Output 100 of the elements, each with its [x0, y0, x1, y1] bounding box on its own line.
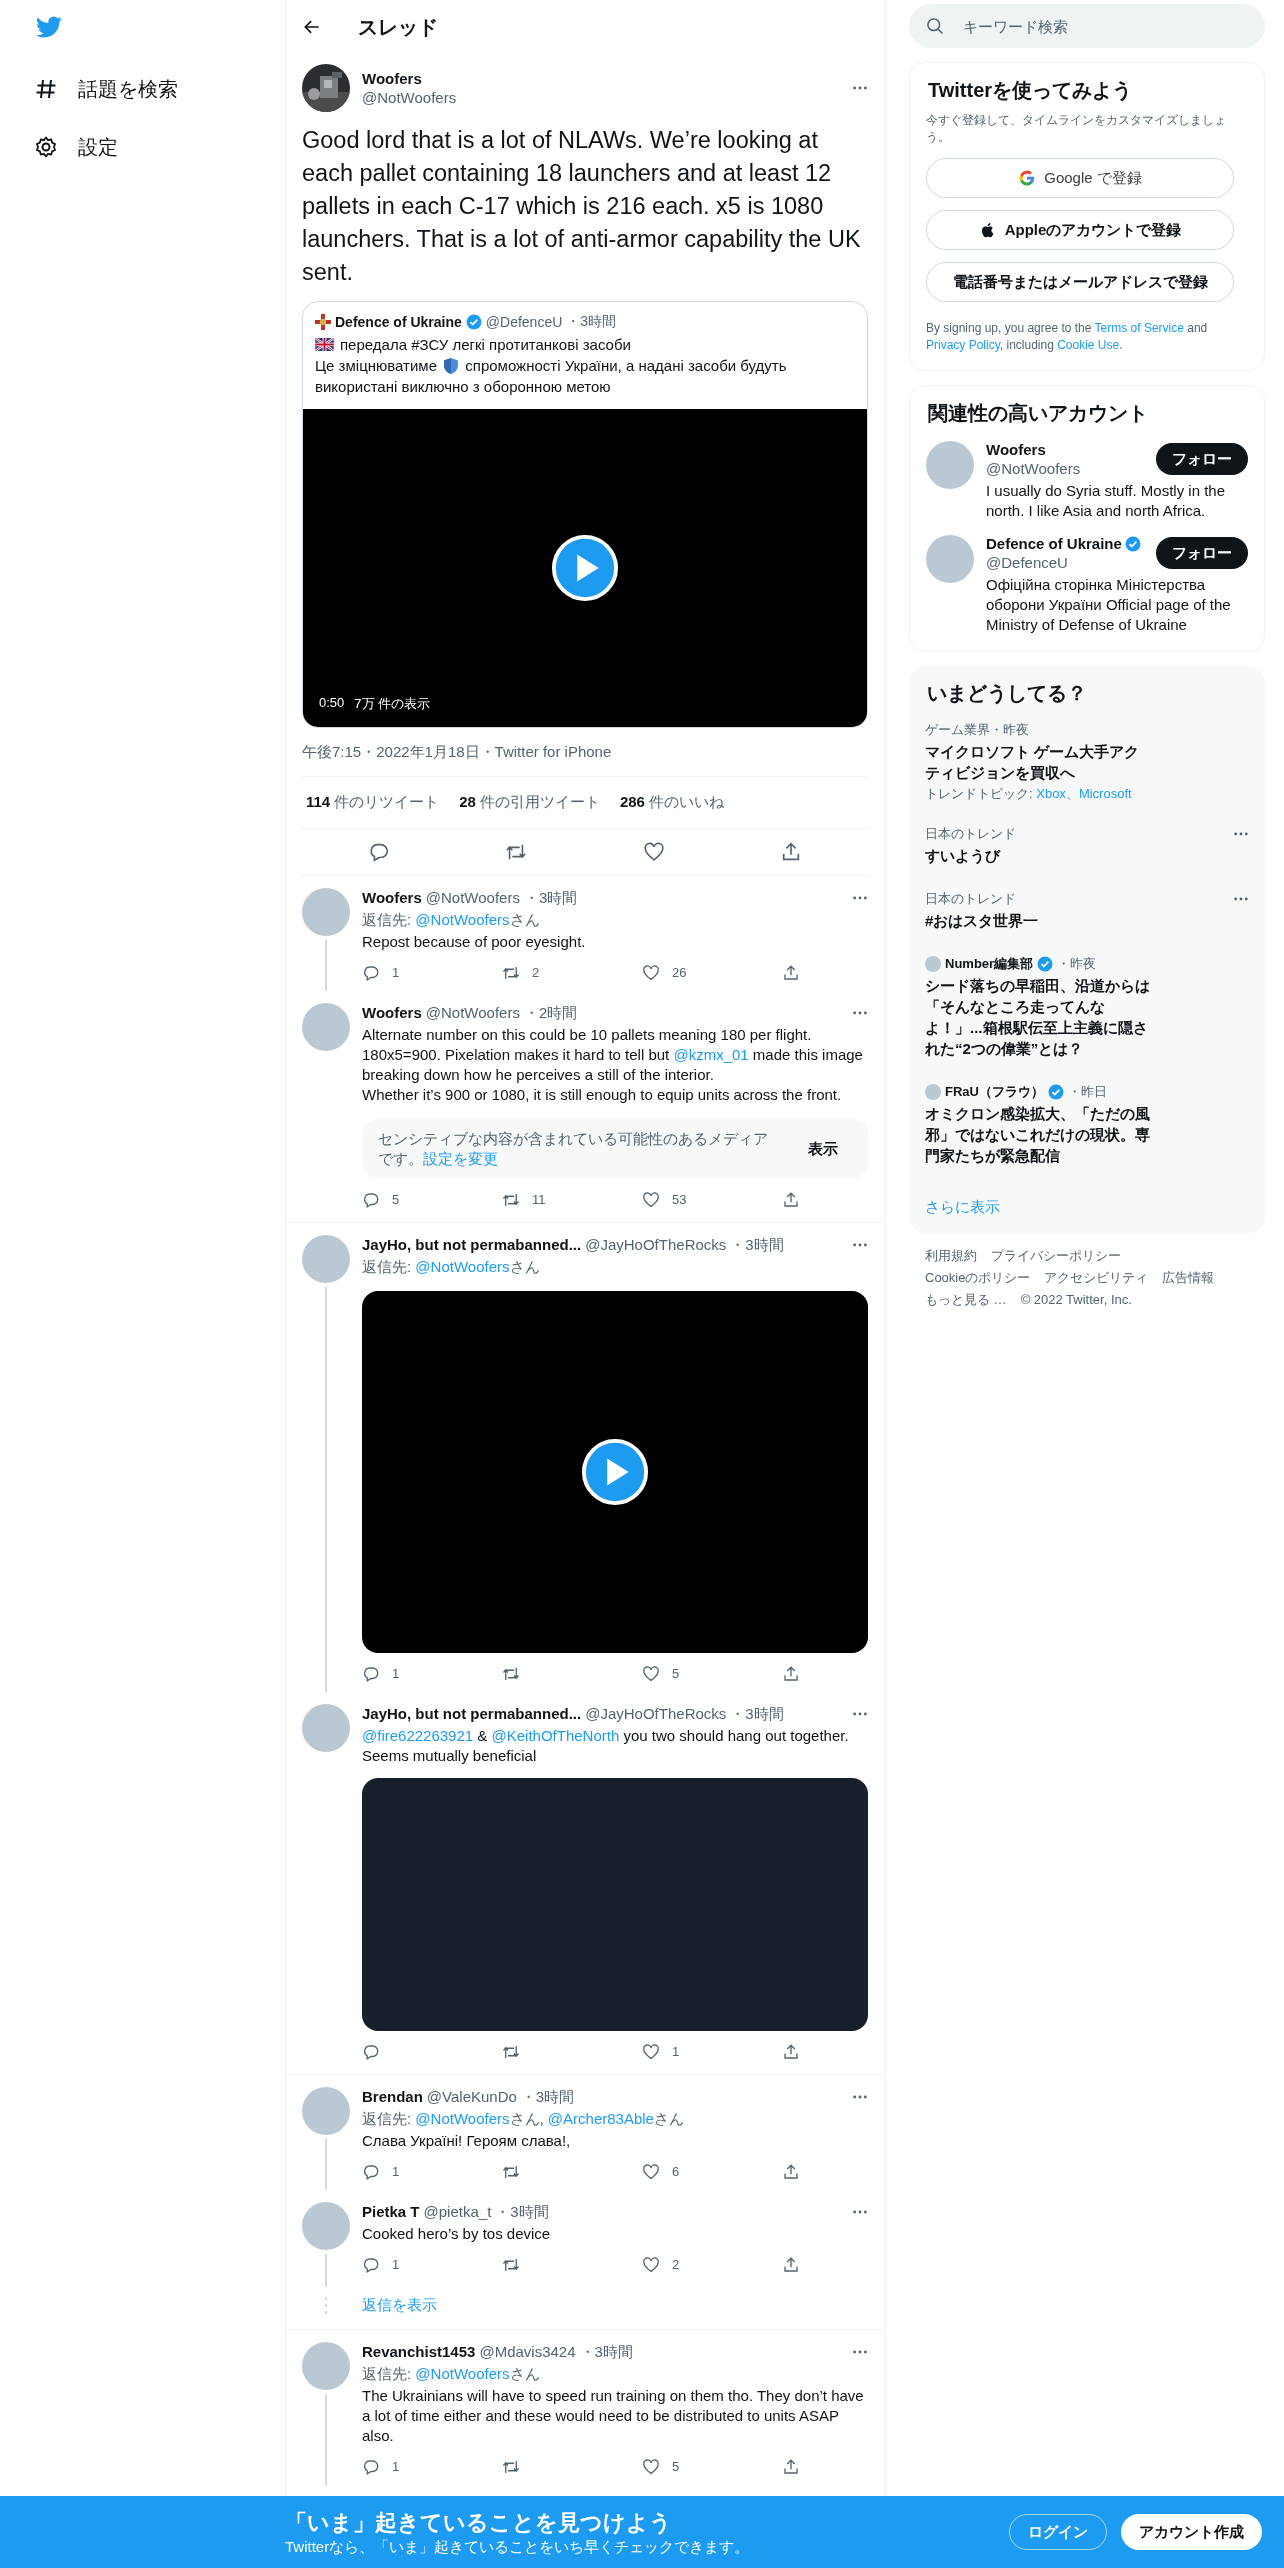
nav-link[interactable]: 話題を検索	[34, 60, 285, 118]
stat-link[interactable]: 114 件のリツイート	[306, 793, 440, 812]
retweet-icon[interactable]	[502, 2458, 520, 2476]
more-icon[interactable]	[852, 1011, 868, 1015]
post-time[interactable]: ・3時間	[730, 1704, 784, 1724]
account-name[interactable]: Defence of Ukraine	[986, 535, 1122, 552]
reply-icon[interactable]	[362, 2043, 380, 2061]
author-name[interactable]: Woofers	[362, 888, 422, 908]
author-handle[interactable]: @NotWoofers	[362, 89, 840, 106]
trend-title[interactable]: すいようび	[925, 845, 1249, 866]
post-time[interactable]: ・3時間	[520, 2087, 575, 2107]
retweet-icon[interactable]	[502, 1191, 520, 1209]
trend-title[interactable]: マイクロソフト ゲーム大手アクティビジョンを買収へ	[925, 741, 1153, 783]
account-handle[interactable]: @NotWoofers	[986, 460, 1156, 477]
heart-icon[interactable]	[642, 1665, 660, 1683]
heart-icon[interactable]	[642, 1191, 660, 1209]
search-field[interactable]: キーワード検索	[909, 4, 1265, 48]
post-time[interactable]: ・3時間	[495, 2202, 549, 2222]
heart-icon[interactable]	[642, 2043, 660, 2061]
signup-button[interactable]: Appleのアカウントで登録	[926, 210, 1234, 250]
trend-title[interactable]: #おはスタ世界一	[925, 910, 1249, 931]
more-icon[interactable]	[1233, 897, 1249, 901]
source-name: FRaU（フラウ）	[945, 1083, 1044, 1101]
create-account-button[interactable]: アカウント作成	[1121, 2514, 1262, 2550]
author-handle[interactable]: @NotWoofers	[425, 888, 520, 908]
author-name[interactable]: Revanchist1453	[362, 2342, 476, 2362]
author-handle[interactable]: @ValeKunDo	[426, 2087, 517, 2107]
share-icon[interactable]	[782, 2458, 800, 2476]
footer-link[interactable]: プライバシーポリシー	[991, 1247, 1121, 1265]
signup-button[interactable]: 電話番号またはメールアドレスで登録	[926, 262, 1234, 302]
more-icon[interactable]	[1233, 832, 1249, 836]
more-icon[interactable]	[852, 1712, 868, 1716]
footer-link[interactable]: アクセシビリティ	[1044, 1269, 1149, 1287]
article-title[interactable]: シード落ちの早稲田、沿道からは「そんなところ走ってんなよ！」...箱根駅伝至上主義に隠された“2つの偉業”とは？	[925, 975, 1153, 1059]
heart-icon[interactable]	[642, 841, 665, 863]
more-icon[interactable]	[852, 2350, 868, 2354]
heart-icon[interactable]	[642, 2458, 660, 2476]
footer-link[interactable]: Cookieのポリシー	[925, 1269, 1031, 1287]
author-name[interactable]: Woofers	[362, 70, 840, 87]
post-time[interactable]: ・3時間	[730, 1235, 784, 1255]
share-icon[interactable]	[782, 1191, 800, 1209]
show-button[interactable]: 表示	[794, 1133, 852, 1165]
footer-link[interactable]: 広告情報	[1162, 1269, 1215, 1287]
reply-icon[interactable]	[362, 964, 380, 982]
post-time[interactable]: ・3時間	[523, 888, 578, 908]
post-time[interactable]: ・2時間	[523, 1003, 578, 1023]
article-title[interactable]: オミクロン感染拡大、「ただの風邪」ではないこれだけの現状。専門家たちが緊急配信	[925, 1103, 1153, 1166]
reply-icon[interactable]	[362, 2458, 380, 2476]
follow-button[interactable]: フォロー	[1156, 443, 1248, 475]
more-icon[interactable]	[852, 1243, 868, 1247]
footer-link[interactable]: 利用規約	[925, 1247, 977, 1265]
share-icon[interactable]	[782, 2043, 800, 2061]
more-icon[interactable]	[852, 86, 868, 90]
account-name[interactable]: Woofers	[986, 441, 1046, 458]
video-player[interactable]: 0:50 7万 件の表示	[303, 409, 867, 727]
tweet-timestamp[interactable]: 午後7:15・2022年1月18日・Twitter for iPhone	[302, 728, 868, 777]
shield-icon	[444, 358, 459, 374]
author-name[interactable]: Pietka T	[362, 2202, 420, 2222]
retweet-icon[interactable]	[502, 2163, 520, 2181]
author-handle[interactable]: @pietka_t	[423, 2202, 492, 2222]
author-handle[interactable]: @Mdavis3424	[479, 2342, 576, 2362]
more-icon[interactable]	[852, 2095, 868, 2099]
follow-button[interactable]: フォロー	[1156, 537, 1248, 569]
play-button[interactable]	[581, 1438, 649, 1506]
play-button[interactable]	[551, 534, 619, 602]
more-icon[interactable]	[852, 2210, 868, 2214]
more-icon[interactable]	[852, 896, 868, 900]
stat-link[interactable]: 28 件の引用ツイート	[459, 793, 600, 812]
share-icon[interactable]	[782, 964, 800, 982]
retweet-icon[interactable]	[502, 2256, 520, 2274]
footer-link[interactable]: もっと見る …	[925, 1291, 1007, 1309]
author-handle[interactable]: @JayHoOfTheRocks	[585, 1704, 727, 1724]
author-name[interactable]: JayHo, but not permabanned...	[362, 1235, 582, 1255]
post-time[interactable]: ・3時間	[579, 2342, 633, 2362]
retweet-icon[interactable]	[502, 964, 520, 982]
video-player[interactable]	[362, 1291, 868, 1653]
heart-icon[interactable]	[642, 2256, 660, 2274]
retweet-icon[interactable]	[502, 2043, 520, 2061]
reply-icon[interactable]	[367, 841, 390, 863]
nav-link[interactable]: 設定	[34, 118, 285, 176]
quoted-tweet[interactable]: Defence of Ukraine @DefenceU ・3時間 передала #ЗСУ легкі протитанкові засоби Це зміцнюватиме спроможності України, а надані засоби будуть використані виключно з оборонною метою 0:50 7万 件の表示	[302, 301, 868, 728]
signup-button[interactable]: Google で登録	[926, 158, 1234, 198]
share-icon[interactable]	[782, 2256, 800, 2274]
reply-icon[interactable]	[362, 2256, 380, 2274]
share-icon[interactable]	[782, 1665, 800, 1683]
reply-icon[interactable]	[362, 2163, 380, 2181]
stat-link[interactable]: 286 件のいいね	[619, 793, 724, 812]
reply-icon[interactable]	[362, 1191, 380, 1209]
reply-icon[interactable]	[362, 1665, 380, 1683]
bird-icon[interactable]	[34, 14, 64, 40]
heart-icon[interactable]	[642, 2163, 660, 2181]
author-name[interactable]: Woofers	[362, 1003, 422, 1023]
author-handle[interactable]: @NotWoofers	[425, 1003, 520, 1023]
share-icon[interactable]	[782, 2163, 800, 2181]
author-name[interactable]: Brendan	[362, 2087, 423, 2107]
author-name[interactable]: JayHo, but not permabanned...	[362, 1704, 582, 1724]
author-handle[interactable]: @JayHoOfTheRocks	[585, 1235, 727, 1255]
heart-icon[interactable]	[642, 964, 660, 982]
retweet-icon[interactable]	[502, 1665, 520, 1683]
account-handle[interactable]: @DefenceU	[986, 554, 1156, 571]
